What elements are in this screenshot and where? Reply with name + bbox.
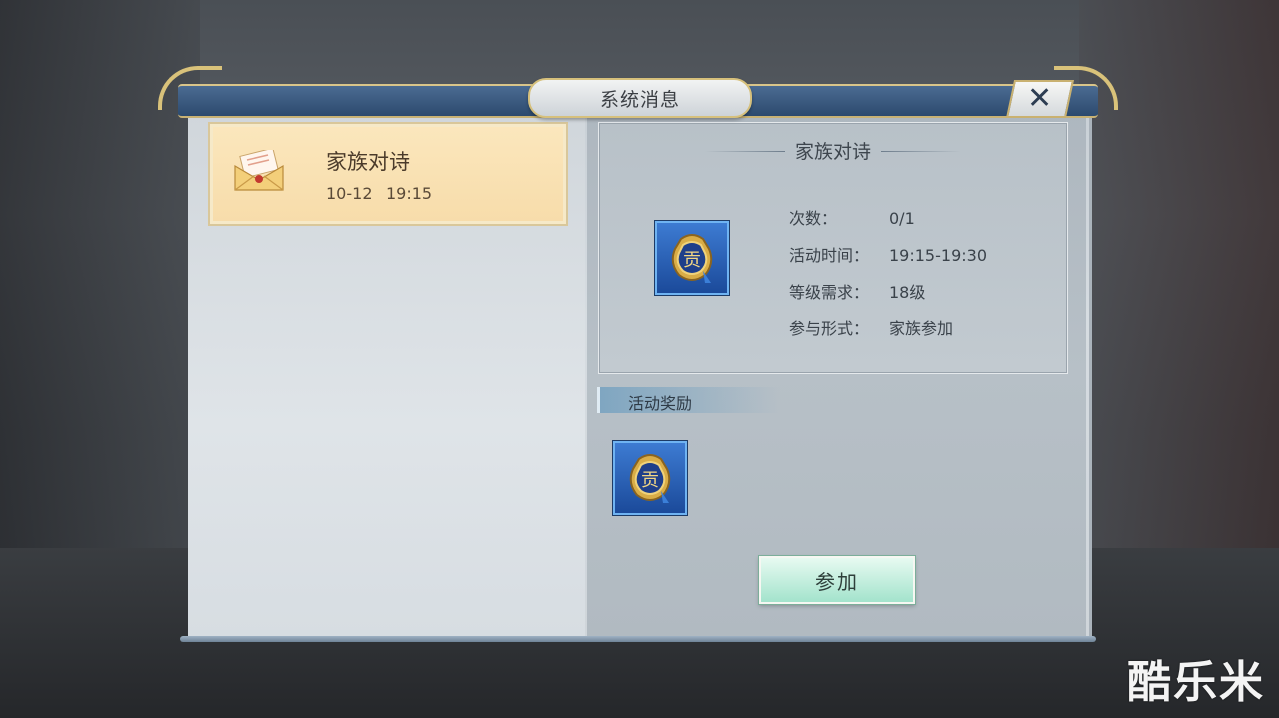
event-title: 家族对诗 [794, 141, 871, 163]
mail-list-item[interactable]: 家族对诗 10-12 19:15 [208, 122, 568, 226]
reward-item-slot[interactable]: 贡 [613, 441, 687, 515]
info-label: 等级需求： [789, 283, 870, 302]
info-row-time: 活动时间： 19:15-19:30 [789, 242, 987, 266]
svg-text:贡: 贡 [683, 250, 701, 271]
reward-header: 活动奖励 [597, 387, 780, 413]
contribution-token-icon: 贡 [629, 454, 671, 503]
info-label: 次数： [789, 209, 838, 228]
svg-text:贡: 贡 [641, 470, 659, 491]
info-value: 19:15-19:30 [889, 246, 987, 265]
info-label: 参与形式： [789, 319, 870, 338]
mail-time: 19:15 [386, 184, 433, 203]
close-icon: ✕ [1027, 81, 1053, 116]
join-button-label: 参加 [815, 569, 859, 594]
mail-title: 家族对诗 [326, 150, 410, 174]
mail-detail-panel: 家族对诗 贡 次数： 0/1 活动时间： 19:15-19:30 等级需求： 18级 [587, 108, 1086, 636]
info-row-count: 次数： 0/1 [789, 205, 915, 229]
reward-header-label: 活动奖励 [628, 394, 693, 413]
event-item-slot[interactable]: 贡 [655, 221, 729, 295]
title-plate: 系统消息 [528, 78, 752, 118]
watermark: 酷乐米 [1127, 657, 1265, 708]
mail-date: 10-12 [326, 184, 373, 203]
event-info-box: 家族对诗 贡 次数： 0/1 活动时间： 19:15-19:30 等级需求： 18级 [598, 122, 1068, 374]
contribution-token-icon: 贡 [671, 234, 713, 283]
mail-list-panel: 家族对诗 10-12 19:15 [188, 108, 585, 636]
bottom-frame-bar [180, 636, 1096, 642]
info-value: 18级 [889, 283, 926, 302]
info-value: 0/1 [889, 209, 915, 228]
join-button[interactable]: 参加 [759, 556, 915, 604]
close-button[interactable]: ✕ [1005, 80, 1075, 118]
info-row-level: 等级需求： 18级 [789, 279, 925, 303]
title-ornament-right [881, 151, 961, 152]
system-message-dialog: 家族对诗 10-12 19:15 家族对诗 贡 次数： 0/1 活动时间： 19… [158, 66, 1118, 648]
info-label: 活动时间： [789, 246, 870, 265]
info-row-format: 参与形式： 家族参加 [789, 315, 953, 339]
info-value: 家族参加 [889, 319, 954, 338]
envelope-icon [234, 150, 284, 191]
dialog-title: 系统消息 [599, 88, 680, 111]
